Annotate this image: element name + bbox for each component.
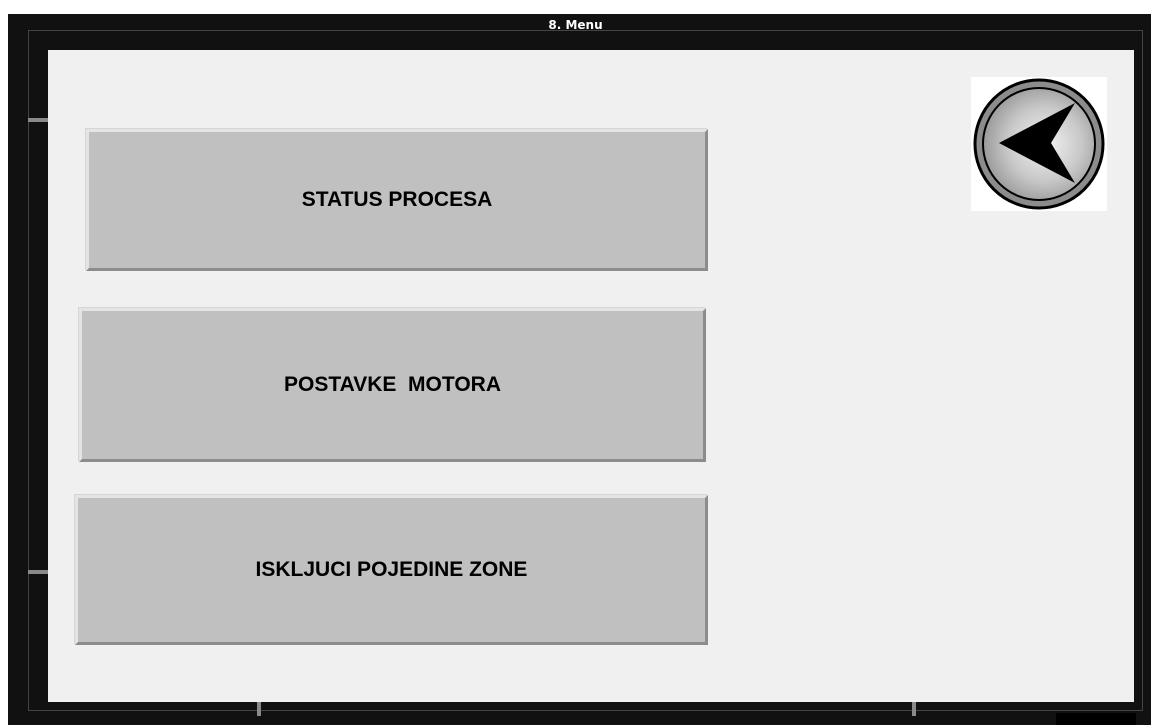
- bottom-tick-left: [257, 702, 261, 716]
- left-tick-bottom: [28, 570, 48, 574]
- iskljuci-pojedine-zone-button[interactable]: ISKLJUCI POJEDINE ZONE: [75, 495, 708, 645]
- window-title: 8. Menu: [548, 18, 603, 32]
- bottom-tick-right: [912, 702, 916, 716]
- back-button[interactable]: [971, 77, 1107, 211]
- postavke-motora-button[interactable]: POSTAVKE MOTORA: [79, 308, 706, 462]
- left-tick-top: [28, 118, 48, 122]
- hmi-screen: 8. Menu STATUS PROCESA POSTAVKE MOTORA I…: [0, 0, 1151, 725]
- status-procesa-label: STATUS PROCESA: [301, 188, 493, 211]
- back-arrow-icon: [973, 78, 1105, 210]
- status-procesa-button[interactable]: STATUS PROCESA: [86, 129, 708, 271]
- iskljuci-pojedine-zone-label: ISKLJUCI POJEDINE ZONE: [255, 558, 528, 581]
- postavke-motora-label: POSTAVKE MOTORA: [283, 373, 501, 396]
- corner-block: [1056, 713, 1136, 725]
